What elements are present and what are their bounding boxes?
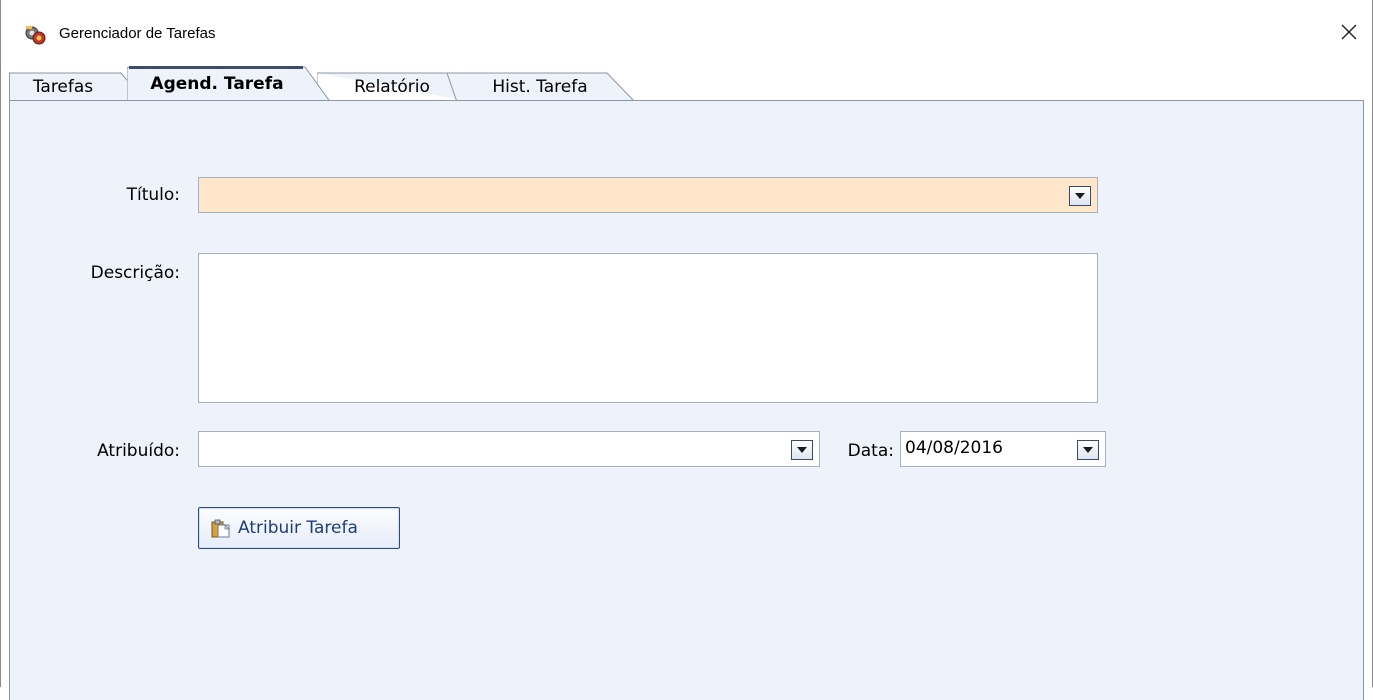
chevron-down-icon [1083,447,1093,453]
tab-hist-tarefa-label: Hist. Tarefa [492,77,588,97]
tab-tarefas[interactable]: Tarefas [9,72,146,102]
tab-tarefas-label: Tarefas [32,77,94,97]
content-panel: Título: Descrição: Atribuído: Data: 04/0… [9,100,1364,700]
tab-strip: Tarefas Relatório Hist. Tarefa Agend. Ta… [9,62,1364,103]
close-button[interactable] [1326,12,1372,52]
chevron-down-icon [797,447,807,453]
gears-app-icon [25,26,46,45]
titulo-dropdown-button[interactable] [1069,186,1091,206]
tab-agend-tarefa[interactable]: Agend. Tarefa [127,66,331,103]
atribuido-dropdown-button[interactable] [791,440,813,460]
data-label: Data: [847,441,894,461]
atribuido-combobox[interactable] [198,431,820,467]
titulo-label: Título: [126,185,180,205]
atribuir-tarefa-label: Atribuir Tarefa [238,518,358,538]
tab-hist-tarefa[interactable]: Hist. Tarefa [447,72,636,102]
descricao-label: Descrição: [90,263,180,283]
clipboard-icon [211,519,230,538]
atribuido-label: Atribuído: [97,441,180,461]
window-title: Gerenciador de Tarefas [59,25,216,42]
tab-relatorio-label: Relatório [354,77,430,97]
atribuir-tarefa-button[interactable]: Atribuir Tarefa [198,507,400,549]
title-bar: Gerenciador de Tarefas [1,0,1372,62]
main-window: Gerenciador de Tarefas Tarefas Relatório [0,0,1373,700]
titulo-combobox[interactable] [198,177,1098,213]
tab-relatorio[interactable]: Relatório [317,72,474,102]
tab-agend-tarefa-label: Agend. Tarefa [150,74,284,94]
close-icon [1341,24,1357,40]
descricao-textarea[interactable] [198,253,1098,403]
chevron-down-icon [1075,193,1085,199]
data-dropdown-button[interactable] [1077,440,1099,460]
data-value: 04/08/2016 [905,438,1003,458]
data-datepicker[interactable]: 04/08/2016 [900,431,1106,467]
